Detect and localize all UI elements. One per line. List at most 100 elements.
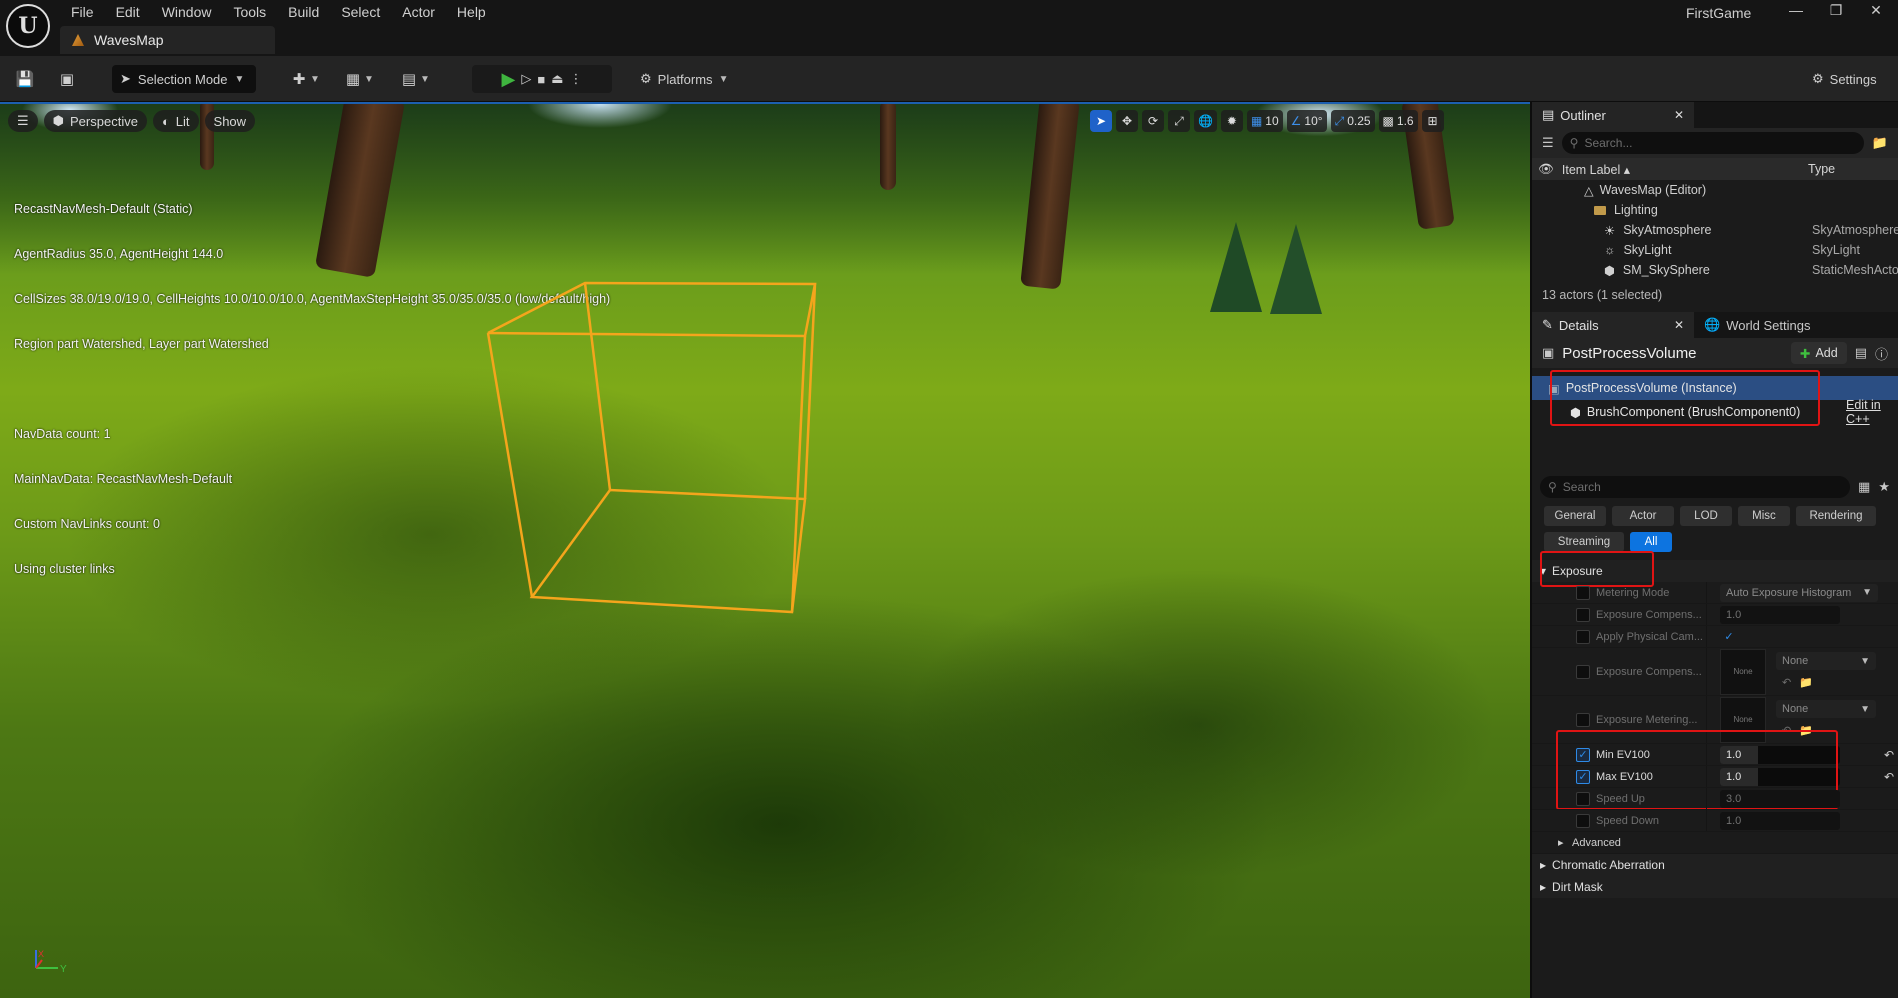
menu-select[interactable]: Select	[330, 2, 391, 22]
close-icon[interactable]: ✕	[1674, 108, 1684, 122]
speed-up-field[interactable]: 3.0	[1720, 789, 1840, 808]
details-tab[interactable]: ✎ Details ✕	[1532, 312, 1694, 338]
reset-to-default-icon[interactable]: ↶	[1884, 748, 1894, 762]
outliner-tab[interactable]: ▤ Outliner ✕	[1532, 102, 1694, 128]
exposure-curve-checkbox[interactable]	[1576, 664, 1590, 679]
advanced-row[interactable]: ▸ Advanced	[1532, 832, 1898, 854]
play-icon[interactable]: ▶	[502, 69, 516, 90]
ev100-group: ✓ Min EV100 1.0 ↶ ✓ Max EV100 1.0 ↶	[1532, 730, 1898, 810]
chromatic-aberration-label: Chromatic Aberration	[1552, 858, 1665, 872]
menu-edit[interactable]: Edit	[105, 2, 151, 22]
curve-asset-dropdown[interactable]: None ▼	[1776, 652, 1876, 670]
outliner-tab-label: Outliner	[1560, 107, 1606, 123]
cinematics-button[interactable]: ▤ ▼	[398, 65, 430, 93]
stop-icon[interactable]: ■	[537, 72, 545, 87]
main-toolbar: 💾 ▣ ➤ Selection Mode ▼ ✚ ▼ ▦ ▼ ▤ ▼ ▶ ▷ ■ ⏏ …	[0, 56, 1898, 102]
eject-icon[interactable]: ⏏	[551, 71, 563, 87]
filter-misc[interactable]: Misc	[1738, 506, 1790, 526]
unreal-logo-icon[interactable]: U	[6, 4, 50, 48]
close-icon[interactable]: ✕	[1866, 2, 1886, 19]
reset-to-default-icon[interactable]: ↶	[1884, 770, 1894, 784]
apply-physical-camera-checkbox[interactable]: ✓	[1722, 630, 1736, 644]
outliner-toolbar: ☰ ⚲ Search... 📁	[1532, 128, 1898, 158]
search-icon: ⚲	[1569, 136, 1579, 150]
menu-build[interactable]: Build	[277, 2, 330, 22]
outliner-column-header: 👁 Item Label ▴ Type	[1532, 158, 1898, 180]
filter-streaming[interactable]: Streaming	[1544, 532, 1624, 552]
menu-bar: File Edit Window Tools Build Select Acto…	[60, 2, 497, 22]
curve-thumbnail[interactable]: None	[1720, 648, 1766, 695]
browse-icon[interactable]: 📁	[1799, 676, 1813, 689]
tree-item-actor[interactable]: ⬢ SM_SkySphere StaticMeshActor	[1532, 260, 1898, 280]
more-options-icon[interactable]: ⋮	[570, 71, 583, 87]
menu-actor[interactable]: Actor	[391, 2, 446, 22]
level-viewport[interactable]: ☰ ⬢ Perspective ◐ Lit Show ➤ ✥ ⟳ ⤢ 🌐 ✹ ▦ 10…	[0, 102, 1530, 998]
close-icon[interactable]: ✕	[1674, 318, 1684, 332]
tree-item-folder[interactable]: Lighting	[1532, 200, 1898, 220]
metering-mode-dropdown[interactable]: Auto Exposure Histogram ▼	[1720, 583, 1878, 602]
minimize-icon[interactable]: —	[1786, 2, 1806, 19]
blueprint-icon[interactable]: ▤	[1855, 345, 1867, 361]
filter-row: Streaming All	[1532, 532, 1898, 552]
filter-lod[interactable]: LOD	[1680, 506, 1732, 526]
details-search-placeholder: Search	[1562, 480, 1601, 494]
menu-help[interactable]: Help	[446, 2, 497, 22]
exposure-metering-mask-checkbox[interactable]	[1576, 712, 1590, 727]
chromatic-aberration-category[interactable]: ▸ Chromatic Aberration	[1532, 854, 1898, 876]
level-tab[interactable]: WavesMap	[60, 26, 275, 54]
mask-asset-dropdown[interactable]: None ▼	[1776, 700, 1876, 718]
chevron-right-icon: ▸	[1558, 837, 1564, 849]
settings-button[interactable]: ⚙ Settings	[1812, 65, 1877, 93]
star-icon[interactable]: ★	[1878, 479, 1890, 495]
outliner-search-input[interactable]: ⚲ Search...	[1561, 132, 1864, 154]
cursor-icon: ➤	[120, 71, 131, 86]
tree-item-world[interactable]: △ WavesMap (Editor)	[1532, 180, 1898, 200]
filter-all[interactable]: All	[1630, 532, 1672, 552]
metering-mode-checkbox[interactable]	[1576, 585, 1590, 600]
dirt-mask-category[interactable]: ▸ Dirt Mask	[1532, 876, 1898, 898]
selected-volume-wireframe[interactable]	[0, 104, 1530, 998]
help-icon[interactable]: ⓘ	[1875, 344, 1888, 363]
apply-physical-camera-override[interactable]	[1576, 629, 1590, 644]
filter-rendering[interactable]: Rendering	[1796, 506, 1876, 526]
speed-up-checkbox[interactable]	[1576, 791, 1590, 806]
blueprints-button[interactable]: ▦ ▼	[342, 65, 374, 93]
menu-window[interactable]: Window	[151, 2, 223, 22]
tree-item-actor[interactable]: ☼ SkyLight SkyLight	[1532, 240, 1898, 260]
menu-tools[interactable]: Tools	[222, 2, 277, 22]
exposure-compensation-field[interactable]: 1.0	[1720, 605, 1840, 624]
content-browser-button[interactable]: ▣	[56, 65, 78, 93]
table-view-icon[interactable]: ▦	[1858, 479, 1870, 495]
add-component-button[interactable]: ✚ Add	[1790, 342, 1847, 364]
platforms-label: Platforms	[657, 71, 713, 87]
edit-in-cpp-link[interactable]: Edit in C++	[1846, 398, 1898, 426]
chevron-down-icon: ▼	[364, 73, 374, 85]
filter-general[interactable]: General	[1544, 506, 1606, 526]
speed-down-field[interactable]: 1.0	[1720, 811, 1840, 830]
menu-file[interactable]: File	[60, 2, 105, 22]
speed-down-checkbox[interactable]	[1576, 813, 1590, 828]
world-settings-tab[interactable]: 🌐 World Settings	[1694, 312, 1821, 338]
window-controls: — ❐ ✕	[1786, 2, 1886, 19]
filter-icon[interactable]: ☰	[1542, 135, 1554, 151]
add-folder-icon[interactable]: 📁	[1872, 135, 1888, 151]
visibility-eye-icon[interactable]: 👁	[1538, 162, 1554, 177]
title-bar: U File Edit Window Tools Build Select Ac…	[0, 0, 1898, 56]
type-column[interactable]: Type	[1808, 162, 1835, 176]
sky-atmosphere-icon: ☀	[1604, 223, 1616, 238]
platforms-button[interactable]: ⚙ Platforms ▼	[640, 65, 728, 93]
exposure-compensation-checkbox[interactable]	[1576, 607, 1590, 622]
speed-down-row: Speed Down 1.0	[1532, 810, 1898, 832]
filter-actor[interactable]: Actor	[1612, 506, 1674, 526]
selection-mode-dropdown[interactable]: ➤ Selection Mode ▼	[112, 65, 256, 93]
add-actor-button[interactable]: ✚ ▼	[288, 65, 320, 93]
save-button[interactable]: 💾	[14, 65, 36, 93]
item-label-column[interactable]: Item Label ▴	[1562, 162, 1630, 177]
pencil-icon: ✎	[1542, 317, 1553, 332]
use-selected-icon[interactable]: ↶	[1782, 676, 1791, 689]
details-search-input[interactable]: ⚲ Search	[1540, 476, 1851, 498]
right-side-panel: ▤ Outliner ✕ ☰ ⚲ Search... 📁 👁 Item Labe…	[1530, 102, 1898, 998]
tree-item-actor[interactable]: ☀ SkyAtmosphere SkyAtmosphere	[1532, 220, 1898, 240]
step-icon[interactable]: ▷	[521, 71, 531, 87]
restore-icon[interactable]: ❐	[1826, 2, 1846, 19]
